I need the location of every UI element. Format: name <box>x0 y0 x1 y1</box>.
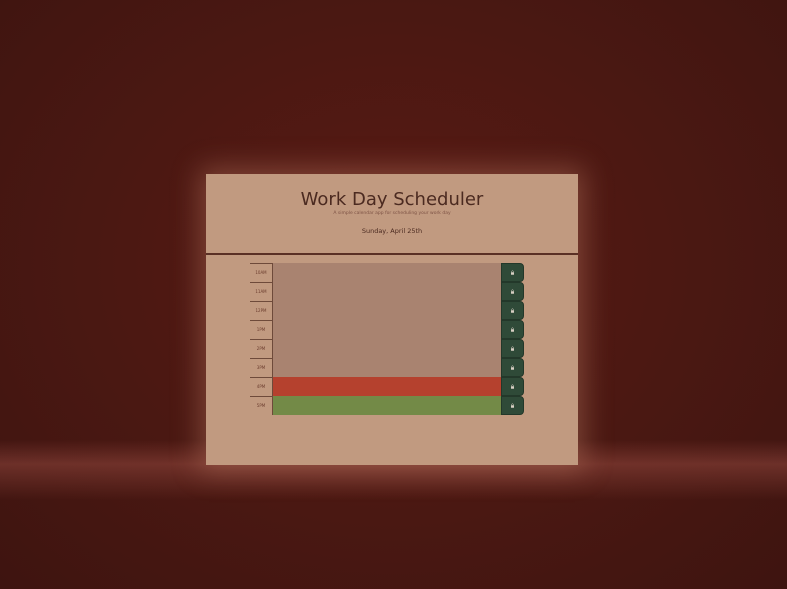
event-description[interactable] <box>273 263 501 282</box>
hour-label: 3PM <box>250 358 273 377</box>
current-date: Sunday, April 25th <box>361 227 423 235</box>
lock-icon <box>511 346 514 351</box>
hour-label: 2PM <box>250 339 273 358</box>
event-description[interactable] <box>273 358 501 377</box>
lock-icon <box>511 384 514 389</box>
save-button[interactable] <box>501 377 524 396</box>
page-title: Work Day Scheduler <box>300 189 484 210</box>
time-block-row: 4PM <box>250 377 524 396</box>
save-button[interactable] <box>501 282 524 301</box>
save-button[interactable] <box>501 339 524 358</box>
jumbotron-header: Work Day Scheduler A simple calendar app… <box>206 174 578 253</box>
event-description[interactable] <box>273 377 501 396</box>
page-subtitle: A simple calendar app for scheduling you… <box>333 211 451 216</box>
lock-icon <box>511 308 514 313</box>
lock-icon <box>511 270 514 275</box>
event-description[interactable] <box>273 339 501 358</box>
hour-label: 10AM <box>250 263 273 282</box>
event-description[interactable] <box>273 282 501 301</box>
hour-label: 5PM <box>250 396 273 415</box>
event-description[interactable] <box>273 396 501 415</box>
event-description[interactable] <box>273 301 501 320</box>
time-block-row: 10AM <box>250 263 524 282</box>
scheduler-app: Work Day Scheduler A simple calendar app… <box>206 174 578 465</box>
save-button[interactable] <box>501 358 524 377</box>
save-button[interactable] <box>501 320 524 339</box>
hour-label: 4PM <box>250 377 273 396</box>
hour-label: 12PM <box>250 301 273 320</box>
lock-icon <box>511 327 514 332</box>
time-block-row: 1PM <box>250 320 524 339</box>
event-description[interactable] <box>273 320 501 339</box>
hour-label: 1PM <box>250 320 273 339</box>
save-button[interactable] <box>501 263 524 282</box>
header-divider <box>206 253 578 255</box>
save-button[interactable] <box>501 396 524 415</box>
time-block-row: 12PM <box>250 301 524 320</box>
save-button[interactable] <box>501 301 524 320</box>
time-block-list: 10AM 11AM 12PM 1PM 2PM 3PM 4PM 5PM <box>250 263 524 415</box>
lock-icon <box>511 365 514 370</box>
hour-label: 11AM <box>250 282 273 301</box>
time-block-row: 5PM <box>250 396 524 415</box>
time-block-row: 3PM <box>250 358 524 377</box>
time-block-row: 2PM <box>250 339 524 358</box>
lock-icon <box>511 403 514 408</box>
lock-icon <box>511 289 514 294</box>
time-block-row: 11AM <box>250 282 524 301</box>
